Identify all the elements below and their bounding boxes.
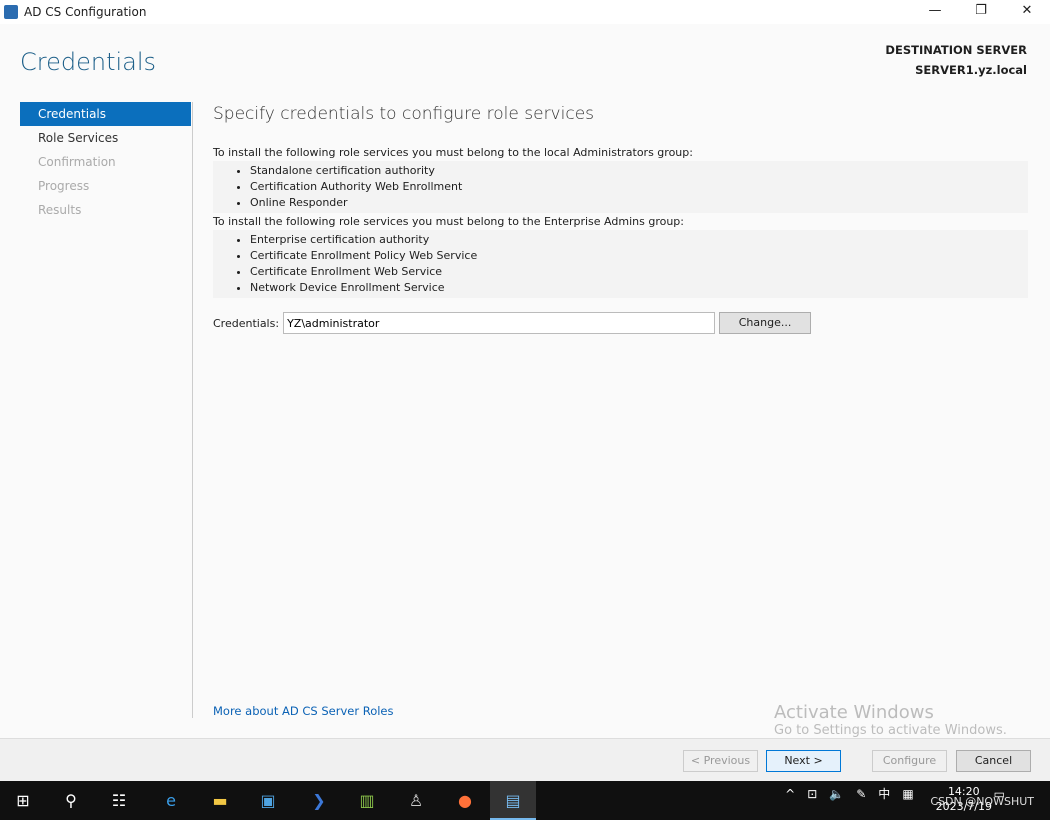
show-hidden-icons[interactable]: ^: [785, 787, 795, 801]
taskbar: ⊞ ⚲ ☷ e ▬ ▣ ❯ ▥ ♙ ● ▤ ^ ⊡ 🔈 ✎ 中 ▦ ▭ 14:2…: [0, 781, 1050, 820]
csdn-watermark: CSDN @NOWSHUT: [930, 795, 1034, 808]
ime-indicator[interactable]: 中: [878, 785, 890, 802]
local-admin-list: Standalone certification authority Certi…: [213, 161, 1028, 213]
server-manager-icon[interactable]: ▣: [245, 781, 291, 820]
keyboard-icon[interactable]: ▦: [902, 787, 913, 801]
next-button[interactable]: Next >: [766, 750, 841, 772]
list-item: Certification Authority Web Enrollment: [250, 179, 1028, 195]
window-title: AD CS Configuration: [24, 5, 147, 19]
task-view-icon[interactable]: ☷: [96, 781, 142, 820]
list-item: Online Responder: [250, 195, 1028, 211]
nav-results: Results: [38, 203, 82, 217]
search-icon[interactable]: ⚲: [48, 781, 94, 820]
dns-manager-icon[interactable]: ▥: [344, 781, 390, 820]
maximize-button[interactable]: ❐: [958, 0, 1004, 24]
watermark-title: Activate Windows: [774, 702, 934, 723]
wizard-footer: < Previous Next > Configure Cancel: [0, 738, 1050, 781]
enterprise-admin-intro: To install the following role services y…: [213, 215, 684, 228]
adcs-app-icon: [4, 5, 18, 19]
activation-watermark: Activate Windows Go to Settings to activ…: [774, 702, 1007, 738]
enterprise-admin-list: Enterprise certification authority Certi…: [213, 230, 1028, 298]
title-bar: AD CS Configuration — ❐ ✕: [0, 0, 1050, 24]
network-status-icon[interactable]: ⊡: [807, 787, 817, 801]
pen-icon[interactable]: ✎: [856, 787, 866, 801]
main-content: Specify credentials to configure role se…: [213, 102, 1028, 334]
credentials-field[interactable]: [283, 312, 716, 334]
nav-progress: Progress: [38, 179, 90, 193]
page-title: Credentials: [20, 48, 157, 76]
start-icon[interactable]: ⊞: [0, 781, 46, 820]
nav-role-services[interactable]: Role Services: [20, 126, 191, 150]
wizard-nav: Credentials Role Services Confirmation P…: [20, 102, 191, 222]
volume-muted-icon[interactable]: 🔈: [829, 787, 844, 801]
nav-credentials[interactable]: Credentials: [20, 102, 191, 126]
configure-button[interactable]: Configure: [872, 750, 947, 772]
more-about-link[interactable]: More about AD CS Server Roles: [213, 704, 394, 718]
internet-explorer-icon[interactable]: e: [148, 781, 194, 820]
divider: [192, 102, 193, 718]
credentials-row: Credentials: Change...: [213, 312, 1028, 334]
list-item: Certificate Enrollment Policy Web Servic…: [250, 248, 1028, 264]
minimize-button[interactable]: —: [912, 0, 958, 24]
file-explorer-icon[interactable]: ▬: [197, 781, 243, 820]
destination-label: DESTINATION SERVER: [885, 43, 1027, 57]
list-item: Enterprise certification authority: [250, 232, 1028, 248]
local-admin-intro: To install the following role services y…: [213, 146, 693, 159]
watermark-subtitle: Go to Settings to activate Windows.: [774, 723, 1007, 738]
credentials-label: Credentials:: [213, 316, 280, 330]
powershell-icon[interactable]: ❯: [296, 781, 342, 820]
network-icon[interactable]: ♙: [393, 781, 439, 820]
destination-server-name: SERVER1.yz.local: [915, 63, 1027, 77]
adcs-config-taskbar-icon[interactable]: ▤: [490, 781, 536, 820]
cancel-button[interactable]: Cancel: [956, 750, 1031, 772]
list-item: Network Device Enrollment Service: [250, 280, 1028, 296]
close-button[interactable]: ✕: [1004, 0, 1050, 24]
change-button[interactable]: Change...: [719, 312, 812, 334]
firefox-icon[interactable]: ●: [442, 781, 488, 820]
list-item: Standalone certification authority: [250, 163, 1028, 179]
destination-server: DESTINATION SERVER SERVER1.yz.local: [885, 40, 1027, 80]
previous-button[interactable]: < Previous: [683, 750, 758, 772]
list-item: Certificate Enrollment Web Service: [250, 264, 1028, 280]
nav-confirmation: Confirmation: [38, 155, 116, 169]
section-heading: Specify credentials to configure role se…: [213, 104, 595, 124]
